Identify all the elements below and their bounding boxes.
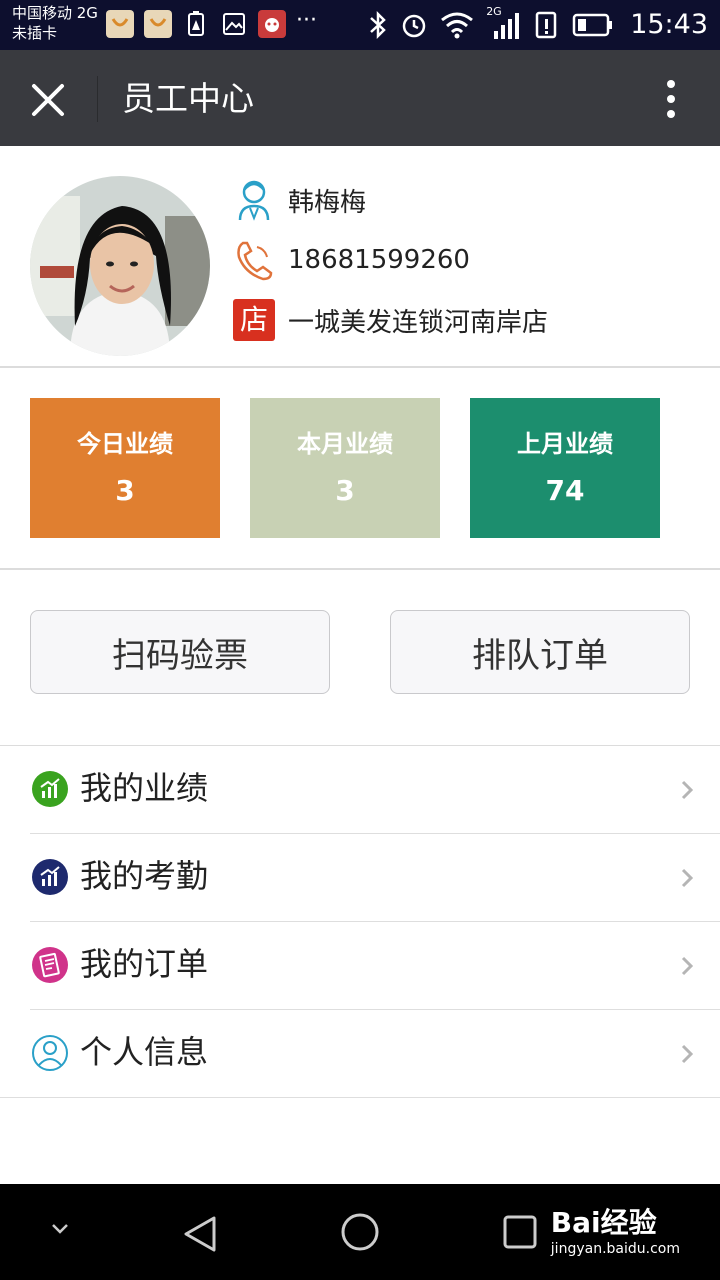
notification-icons: ··· [106, 10, 317, 38]
battery-icon [572, 13, 613, 37]
stat-value: 3 [335, 474, 355, 507]
network-type-badge: 2G [486, 5, 502, 18]
divider [0, 1097, 720, 1098]
menu-item-label: 个人信息 [80, 1033, 209, 1071]
page-title: 员工中心 [122, 79, 254, 118]
menu-item-my-orders[interactable]: 我的订单 [0, 922, 720, 1010]
order-list-icon [32, 947, 68, 983]
chevron-right-icon [681, 868, 694, 888]
menu-list: 我的业绩 我的考勤 我的订单 个人信息 [0, 746, 720, 1098]
status-bar: 中国移动 2G 未插卡 ··· 2G 15:43 [0, 0, 720, 50]
employee-name-row: 韩梅梅 [232, 178, 366, 222]
wifi-icon [441, 12, 474, 39]
carrier-info: 中国移动 2G 未插卡 [12, 3, 98, 43]
cell-signal-icon: 2G [486, 5, 522, 41]
stat-label: 今日业绩 [77, 430, 173, 458]
chevron-right-icon [681, 956, 694, 976]
menu-item-label: 我的业绩 [80, 769, 209, 807]
clock: 15:43 [630, 9, 708, 40]
action-buttons: 扫码验票 排队订单 [0, 570, 720, 746]
recent-apps-icon[interactable] [502, 1214, 538, 1250]
store-badge: 店 [233, 299, 275, 341]
phone-icon [232, 238, 276, 282]
performance-chart-icon [32, 771, 68, 807]
menu-item-my-performance[interactable]: 我的业绩 [0, 746, 720, 834]
person-icon [32, 1035, 68, 1071]
stat-this-month[interactable]: 本月业绩 3 [250, 398, 440, 538]
store-icon: 店 [232, 298, 276, 342]
app-notification-icon [258, 10, 286, 38]
employee-phone-row: 18681599260 [232, 238, 470, 282]
stat-value: 74 [545, 474, 585, 507]
menu-item-my-attendance[interactable]: 我的考勤 [0, 834, 720, 922]
header-divider [97, 76, 98, 122]
attendance-chart-icon [32, 859, 68, 895]
back-icon[interactable] [182, 1214, 218, 1254]
chevron-right-icon [681, 780, 694, 800]
system-navigation-bar: Bai经验 jingyan.baidu.com [0, 1184, 720, 1280]
alarm-icon [402, 14, 426, 38]
home-icon[interactable] [340, 1212, 380, 1252]
chevron-right-icon [681, 1044, 694, 1064]
scan-ticket-button[interactable]: 扫码验票 [30, 610, 330, 694]
baidu-jingyan-watermark: Bai经验 jingyan.baidu.com [551, 1208, 680, 1258]
app-notification-icon [106, 10, 134, 38]
queue-orders-button[interactable]: 排队订单 [390, 610, 690, 694]
avatar[interactable] [30, 176, 210, 356]
bluetooth-icon [370, 10, 386, 40]
profile-card: 韩梅梅 18681599260 店 一城美发连锁河南岸店 [0, 146, 720, 368]
stat-value: 3 [115, 474, 135, 507]
menu-item-label: 我的考勤 [80, 857, 209, 895]
employee-phone: 18681599260 [288, 245, 470, 275]
image-icon [220, 10, 248, 38]
sim-alert-icon [535, 11, 557, 39]
performance-stats: 今日业绩 3 本月业绩 3 上月业绩 74 [0, 368, 720, 570]
employee-store: 一城美发连锁河南岸店 [288, 307, 549, 338]
stat-label: 上月业绩 [517, 430, 613, 458]
employee-store-row: 店 一城美发连锁河南岸店 [232, 298, 548, 342]
watermark-url: jingyan.baidu.com [550, 1241, 680, 1257]
stat-today[interactable]: 今日业绩 3 [30, 398, 220, 538]
top-bar: 员工中心 [0, 50, 720, 146]
more-notifications-icon: ··· [296, 8, 317, 33]
watermark-brand: Bai经验 [550, 1206, 657, 1239]
carrier-name: 中国移动 2G [12, 4, 98, 22]
menu-item-label: 我的订单 [80, 945, 209, 983]
staff-icon [232, 178, 276, 222]
battery-warning-icon [182, 10, 210, 38]
close-icon[interactable] [28, 80, 68, 120]
stat-label: 本月业绩 [297, 430, 393, 458]
menu-item-personal-info[interactable]: 个人信息 [0, 1010, 720, 1098]
employee-name: 韩梅梅 [288, 187, 367, 218]
stat-last-month[interactable]: 上月业绩 74 [470, 398, 660, 538]
chevron-down-icon[interactable] [50, 1222, 70, 1236]
system-status-icons: 2G 15:43 [368, 5, 708, 42]
more-options-icon[interactable] [664, 78, 678, 120]
app-notification-icon [144, 10, 172, 38]
sim-status: 未插卡 [12, 24, 58, 42]
